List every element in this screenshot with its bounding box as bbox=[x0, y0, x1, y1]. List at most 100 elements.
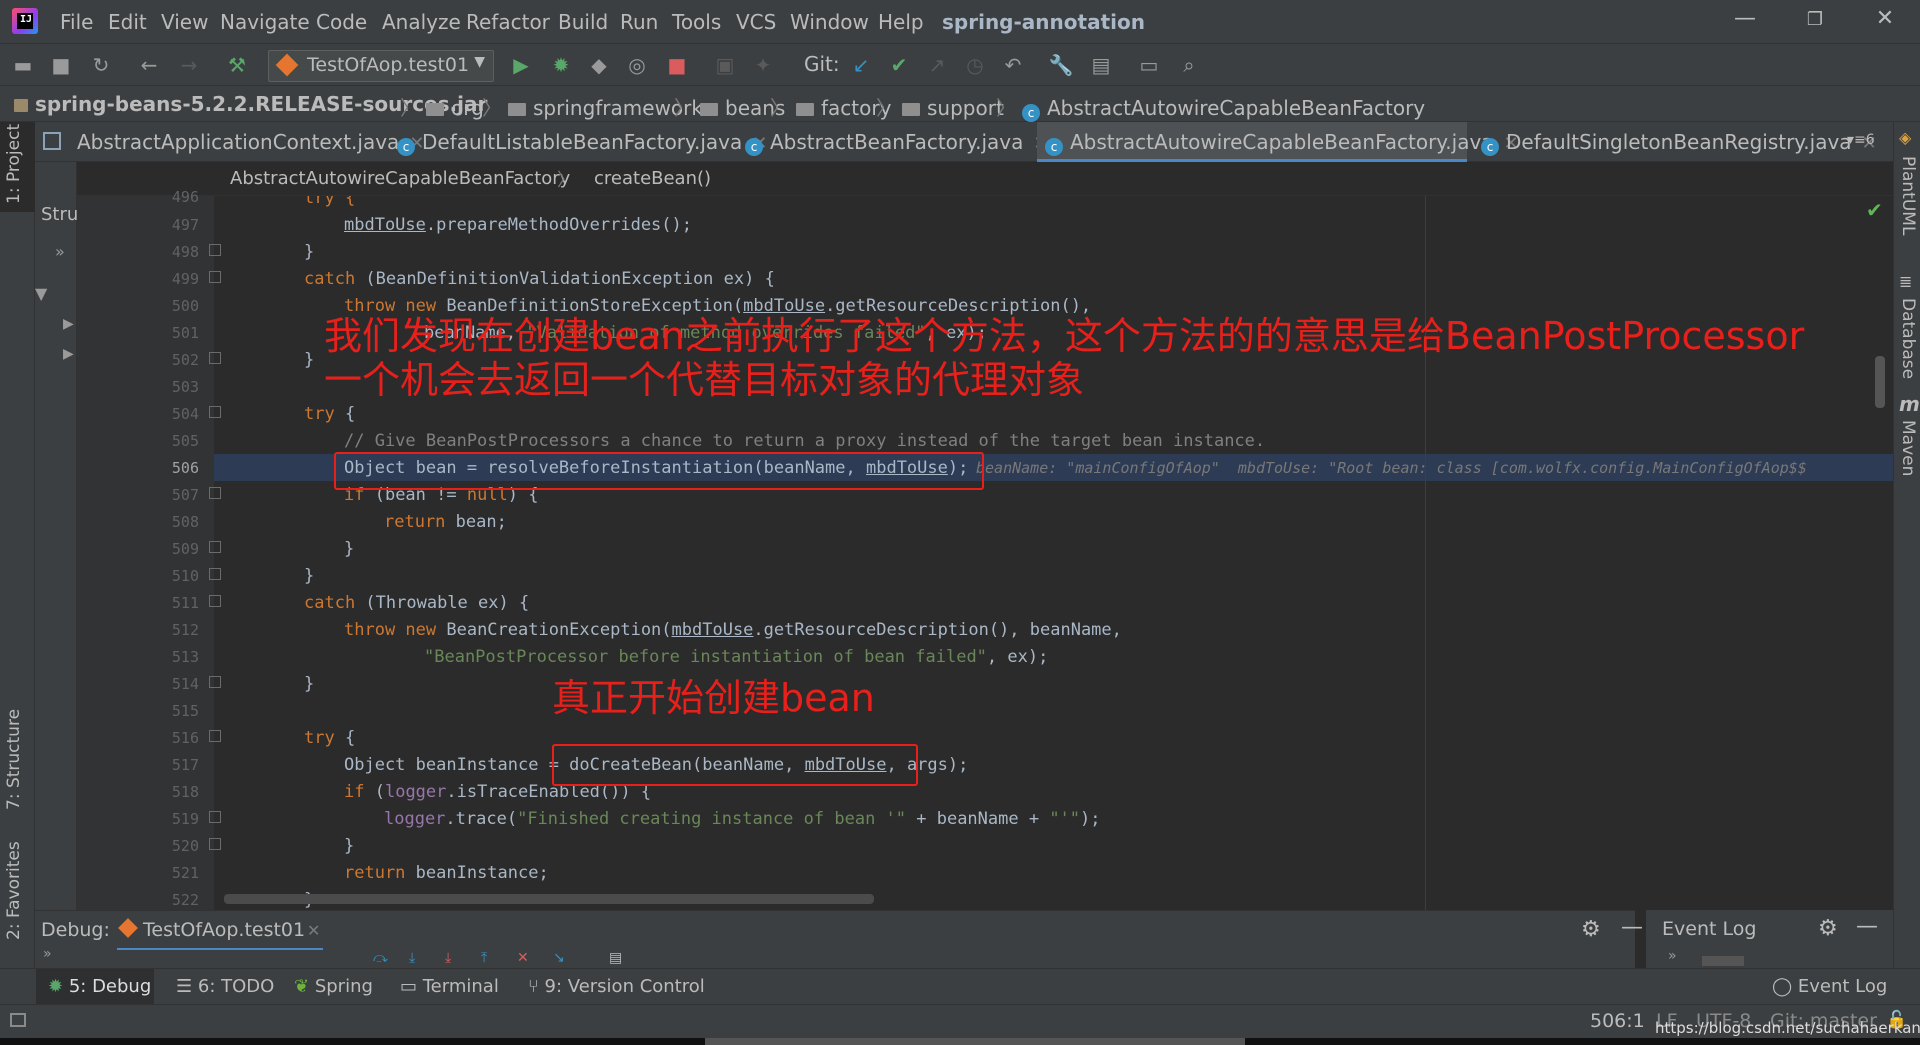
step-into-icon[interactable]: ⤓ bbox=[409, 950, 415, 966]
code-line-514: } bbox=[304, 671, 314, 698]
menu-run[interactable]: Run bbox=[620, 10, 658, 34]
tab-abstract-application-context[interactable]: AbstractApplicationContext.java ✕ bbox=[77, 122, 425, 162]
hide-panel-icon[interactable]: — bbox=[1621, 915, 1643, 940]
line-number: 503 bbox=[171, 378, 199, 396]
code-editor[interactable]: try { mbdToUse.prepareMethodOverrides();… bbox=[214, 196, 1893, 910]
sync-icon[interactable]: ↻ bbox=[88, 52, 114, 78]
code-token: + beanName + bbox=[906, 809, 1050, 829]
attach-debugger-icon[interactable]: ▣ bbox=[712, 52, 738, 78]
favorites-tool-tab[interactable]: 2: Favorites bbox=[4, 841, 24, 940]
stop-icon[interactable]: ■ bbox=[664, 52, 690, 78]
breadcrumb-support[interactable]: 〉 support bbox=[874, 92, 1004, 121]
code-token: BeanCreationException( bbox=[436, 620, 672, 640]
tab-default-listable-bean-factory[interactable]: cDefaultListableBeanFactory.java✕ bbox=[397, 122, 767, 162]
structure-tool-tab[interactable]: 7: Structure bbox=[4, 709, 24, 810]
run-configuration-select[interactable]: TestOfAop.test01 ▼ bbox=[268, 50, 494, 82]
history-clock-icon[interactable]: ◷ bbox=[962, 52, 988, 78]
tab-abstract-bean-factory[interactable]: cAbstractBeanFactory.java✕ bbox=[745, 122, 1049, 162]
menu-tools[interactable]: Tools bbox=[672, 10, 721, 34]
tool-tab-version-control[interactable]: ⑂ 9: Version Control bbox=[528, 976, 705, 997]
menu-build[interactable]: Build bbox=[558, 10, 608, 34]
menu-refactor[interactable]: Refactor bbox=[466, 10, 550, 34]
menu-window[interactable]: Window bbox=[790, 10, 869, 34]
breadcrumb-factory[interactable]: 〉 factory bbox=[768, 92, 891, 121]
evaluate-icon[interactable]: ▤ bbox=[609, 950, 622, 966]
expand-icon[interactable]: » bbox=[43, 946, 52, 962]
force-step-into-icon[interactable]: ⤓ bbox=[445, 950, 451, 966]
code-token: catch bbox=[304, 269, 356, 289]
structure-view-icon[interactable] bbox=[43, 132, 61, 150]
line-number: 504 bbox=[171, 405, 199, 423]
tool-tab-todo[interactable]: ☰ 6: TODO bbox=[176, 976, 274, 997]
editor-breadcrumb-method[interactable]: createBean() bbox=[594, 168, 711, 189]
wrench-settings-icon[interactable]: 🔧 bbox=[1048, 52, 1074, 78]
event-log-scroll-thumb[interactable] bbox=[1702, 956, 1744, 966]
minimize-button[interactable]: — bbox=[1725, 6, 1765, 31]
gear-icon[interactable]: ⚙ bbox=[1581, 917, 1601, 942]
menu-navigate[interactable]: Navigate bbox=[220, 10, 310, 34]
open-folder-icon[interactable]: ▬ bbox=[10, 52, 36, 78]
database-tool-tab[interactable]: Database bbox=[1898, 298, 1918, 379]
terminal-icon[interactable]: ▭ bbox=[1136, 52, 1162, 78]
run-icon[interactable]: ▶ bbox=[508, 52, 534, 78]
project-tool-tab[interactable]: 1: Project bbox=[4, 124, 24, 204]
project-structure-icon[interactable]: ▤ bbox=[1088, 52, 1114, 78]
tool-tab-debug[interactable]: ✹ 5: Debug bbox=[48, 976, 151, 997]
expand-icon[interactable]: » bbox=[1668, 948, 1677, 964]
coverage-shield-icon[interactable]: ◆ bbox=[586, 52, 612, 78]
profile-icon[interactable]: ◎ bbox=[624, 52, 650, 78]
menu-vcs[interactable]: VCS bbox=[736, 10, 776, 34]
expand-panel-icon[interactable]: » bbox=[55, 242, 65, 261]
breadcrumb-org[interactable]: 〉 org bbox=[398, 92, 484, 121]
tab-abstract-autowire-capable-bean-factory[interactable]: c AbstractAutowireCapableBeanFactory.java… bbox=[1037, 122, 1519, 162]
step-out-icon[interactable]: ⤒ bbox=[481, 950, 487, 966]
menu-analyze[interactable]: Analyze bbox=[382, 10, 461, 34]
debug-bug-icon[interactable]: ✹ bbox=[548, 52, 574, 78]
annotation-box-do-create-bean bbox=[552, 744, 918, 786]
tool-tab-spring[interactable]: ❦ Spring bbox=[294, 976, 373, 997]
editor-vertical-scrollbar[interactable] bbox=[1875, 356, 1885, 408]
menu-code[interactable]: Code bbox=[316, 10, 367, 34]
debug-session-tab[interactable]: TestOfAop.test01 ✕ bbox=[117, 911, 323, 951]
toggle-tool-windows-icon[interactable] bbox=[10, 1013, 26, 1027]
git-update-icon[interactable]: ↙ bbox=[848, 52, 874, 78]
gear-icon[interactable]: ⚙ bbox=[1818, 916, 1838, 941]
forward-icon[interactable]: → bbox=[176, 52, 202, 78]
menu-help[interactable]: Help bbox=[878, 10, 924, 34]
code-token: } bbox=[304, 242, 315, 262]
caret-position[interactable]: 506:1 bbox=[1590, 1010, 1645, 1032]
tree-expand-icon[interactable]: ▶ bbox=[63, 316, 74, 332]
restore-button[interactable]: ❐ bbox=[1795, 9, 1835, 30]
git-commit-icon[interactable]: ✔ bbox=[886, 52, 912, 78]
tab-overflow-button[interactable]: ▾≡6 bbox=[1847, 132, 1875, 148]
plantuml-tool-tab[interactable]: PlantUML bbox=[1898, 156, 1918, 235]
code-line-498: } bbox=[304, 239, 314, 266]
save-all-icon[interactable]: ■ bbox=[48, 52, 74, 78]
editor-breadcrumb-class[interactable]: AbstractAutowireCapableBeanFactory bbox=[230, 168, 570, 189]
rollback-icon[interactable]: ↶ bbox=[1000, 52, 1026, 78]
git-push-icon[interactable]: ↗ bbox=[924, 52, 950, 78]
search-icon[interactable]: ⌕ bbox=[1176, 52, 1202, 78]
plugins-icon[interactable]: ✦ bbox=[750, 52, 776, 78]
run-to-cursor-icon[interactable]: ↘ bbox=[553, 950, 565, 966]
collapse-arrow-icon[interactable]: ▼ bbox=[35, 284, 47, 303]
maven-tool-tab[interactable]: Maven bbox=[1898, 420, 1918, 476]
close-tab-icon[interactable]: ✕ bbox=[307, 921, 320, 940]
back-icon[interactable]: ← bbox=[136, 52, 162, 78]
menu-view[interactable]: View bbox=[161, 10, 208, 34]
close-window-button[interactable]: ✕ bbox=[1865, 6, 1905, 31]
menu-edit[interactable]: Edit bbox=[108, 10, 147, 34]
drop-frame-icon[interactable]: ✕ bbox=[517, 950, 529, 966]
tab-label: AbstractBeanFactory.java bbox=[770, 130, 1024, 154]
tab-default-singleton-bean-registry[interactable]: c DefaultSingletonBeanRegistry.java ✕ bbox=[1481, 122, 1877, 162]
breadcrumb-springframework[interactable]: 〉 springframework bbox=[480, 92, 703, 121]
tool-tab-event-log[interactable]: ◯ Event Log bbox=[1772, 976, 1887, 997]
tool-tab-terminal[interactable]: ▭ Terminal bbox=[400, 976, 499, 997]
step-over-icon[interactable]: ⤼ bbox=[373, 950, 388, 966]
hide-panel-icon[interactable]: — bbox=[1856, 914, 1878, 939]
build-hammer-icon[interactable]: ⚒ bbox=[224, 52, 250, 78]
tree-expand-icon[interactable]: ▶ bbox=[63, 346, 74, 362]
breadcrumb-class[interactable]: 〉 c AbstractAutowireCapableBeanFactory bbox=[994, 92, 1425, 122]
menu-file[interactable]: File bbox=[60, 10, 93, 34]
editor-horizontal-scrollbar[interactable] bbox=[224, 894, 874, 904]
